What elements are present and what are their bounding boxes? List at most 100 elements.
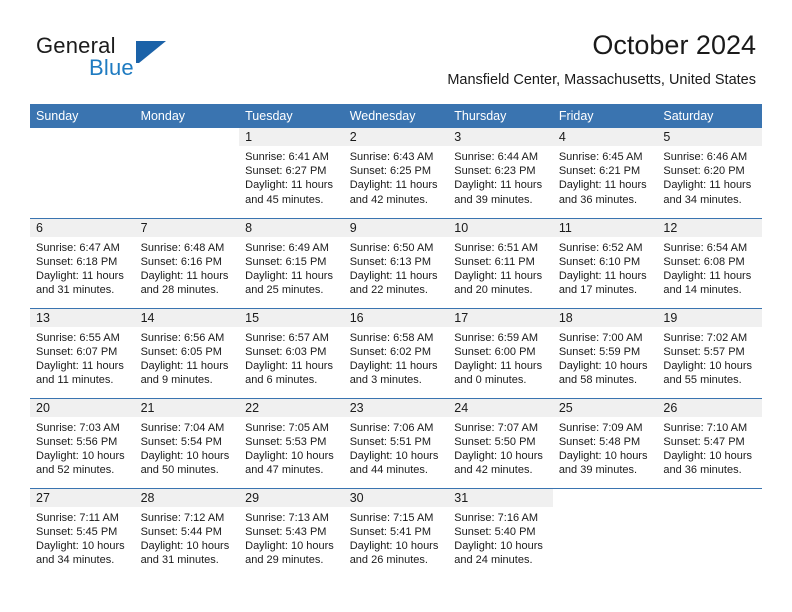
sunset-time: Sunset: 5:44 PM: [140, 525, 222, 538]
day-sun-info: Sunrise: 7:06 AM Sunset: 5:51 PM Daylight:…: [344, 417, 449, 478]
sunset-time: Sunset: 6:05 PM: [140, 345, 222, 358]
calendar-day-cell[interactable]: 15 Sunrise: 6:57 AM Sunset: 6:03 PM Dayligh…: [239, 307, 344, 398]
calendar-day-cell[interactable]: 14 Sunrise: 6:56 AM Sunset: 6:05 PM Dayligh…: [134, 307, 240, 398]
sunset-time: Sunset: 5:54 PM: [140, 435, 222, 448]
sunset-time: Sunset: 6:15 PM: [245, 255, 327, 268]
brand-name-blue: Blue: [89, 55, 134, 80]
calendar-day-cell[interactable]: 23 Sunrise: 7:06 AM Sunset: 5:51 PM Dayligh…: [343, 397, 449, 488]
blue-flag-logo-icon: [136, 41, 166, 63]
daylight-duration-line2: and 58 minutes.: [558, 374, 638, 387]
daylight-duration-line1: Daylight: 10 hours: [454, 539, 543, 552]
calendar-page: General Blue October 2024 Mansfield Cent…: [0, 0, 792, 612]
day-number: 8: [239, 218, 344, 237]
sunset-time: Sunset: 6:07 PM: [36, 345, 118, 358]
calendar-day-cell[interactable]: 7 Sunrise: 6:48 AM Sunset: 6:16 PM Daylight…: [134, 217, 240, 308]
sunrise-time: Sunrise: 6:56 AM: [140, 331, 225, 344]
day-number: 7: [134, 218, 240, 237]
day-sun-info: Sunrise: 6:58 AM Sunset: 6:02 PM Daylight:…: [344, 327, 449, 388]
daylight-duration-line1: Daylight: 10 hours: [663, 359, 753, 372]
flag-triangle-shape: [139, 41, 166, 63]
weekday-header-tuesday: Tuesday: [239, 104, 344, 128]
day-sun-info: Sunrise: 6:47 AM Sunset: 6:18 PM Daylight:…: [30, 237, 135, 298]
daylight-duration-line1: Daylight: 10 hours: [140, 449, 230, 462]
day-sun-info: Sunrise: 7:04 AM Sunset: 5:54 PM Daylight:…: [135, 417, 240, 478]
calendar-day-cell[interactable]: 26 Sunrise: 7:10 AM Sunset: 5:47 PM Dayligh…: [657, 397, 762, 488]
day-sun-info: Sunrise: 7:12 AM Sunset: 5:44 PM Daylight:…: [135, 507, 240, 568]
calendar-day-cell[interactable]: 3 Sunrise: 6:44 AM Sunset: 6:23 PM Daylight…: [448, 128, 553, 218]
daylight-duration-line2: and 31 minutes.: [140, 554, 219, 567]
calendar-week-row: 1 Sunrise: 6:41 AM Sunset: 6:27 PM Daylight…: [30, 128, 762, 218]
day-cell-inner: 23 Sunrise: 7:06 AM Sunset: 5:51 PM Dayligh…: [343, 398, 449, 487]
sunset-time: Sunset: 6:02 PM: [349, 345, 432, 358]
brand-logo[interactable]: General Blue: [36, 33, 276, 85]
sunset-time: Sunset: 5:41 PM: [349, 525, 432, 538]
calendar-day-cell[interactable]: 30 Sunrise: 7:15 AM Sunset: 5:41 PM Dayligh…: [343, 487, 449, 578]
daylight-duration-line1: Daylight: 10 hours: [558, 449, 648, 462]
calendar-day-cell[interactable]: 1 Sunrise: 6:41 AM Sunset: 6:27 PM Daylight…: [239, 128, 344, 218]
daylight-duration-line2: and 29 minutes.: [245, 554, 324, 567]
day-sun-info: Sunrise: 6:54 AM Sunset: 6:08 PM Daylight:…: [657, 237, 762, 298]
calendar-day-cell[interactable]: 8 Sunrise: 6:49 AM Sunset: 6:15 PM Daylight…: [239, 217, 344, 308]
calendar-day-cell[interactable]: 21 Sunrise: 7:04 AM Sunset: 5:54 PM Dayligh…: [134, 397, 240, 488]
day-cell-inner: 17 Sunrise: 6:59 AM Sunset: 6:00 PM Dayligh…: [448, 308, 553, 397]
sunrise-time: Sunrise: 7:02 AM: [663, 331, 748, 344]
daylight-duration-line1: Daylight: 11 hours: [454, 359, 543, 372]
daylight-duration-line2: and 28 minutes.: [140, 284, 219, 297]
day-cell-inner: 22 Sunrise: 7:05 AM Sunset: 5:53 PM Dayligh…: [239, 398, 344, 487]
daylight-duration-line2: and 20 minutes.: [454, 284, 533, 297]
daylight-duration-line1: Daylight: 10 hours: [349, 539, 439, 552]
calendar-day-cell[interactable]: 5 Sunrise: 6:46 AM Sunset: 6:20 PM Daylight…: [657, 128, 762, 218]
calendar-day-cell[interactable]: 19 Sunrise: 7:02 AM Sunset: 5:57 PM Dayligh…: [657, 307, 762, 398]
day-number: 21: [134, 398, 240, 417]
day-cell-inner: 10 Sunrise: 6:51 AM Sunset: 6:11 PM Dayligh…: [448, 218, 553, 307]
sunrise-time: Sunrise: 7:15 AM: [349, 511, 434, 524]
sunset-time: Sunset: 6:16 PM: [140, 255, 222, 268]
calendar-day-cell[interactable]: 18 Sunrise: 7:00 AM Sunset: 5:59 PM Dayligh…: [552, 307, 658, 398]
day-cell-inner: 5 Sunrise: 6:46 AM Sunset: 6:20 PM Daylight…: [657, 128, 762, 216]
calendar-day-cell[interactable]: 2 Sunrise: 6:43 AM Sunset: 6:25 PM Daylight…: [343, 128, 449, 218]
calendar-week-row: 27 Sunrise: 7:11 AM Sunset: 5:45 PM Dayligh…: [30, 487, 762, 578]
calendar-day-cell[interactable]: 11 Sunrise: 6:52 AM Sunset: 6:10 PM Dayligh…: [552, 217, 658, 308]
day-number: 12: [657, 218, 762, 237]
day-number: 16: [343, 308, 449, 327]
daylight-duration-line2: and 31 minutes.: [36, 284, 115, 297]
daylight-duration-line1: Daylight: 11 hours: [663, 269, 752, 282]
daylight-duration-line1: Daylight: 10 hours: [454, 449, 543, 462]
day-sun-info: Sunrise: 7:10 AM Sunset: 5:47 PM Daylight:…: [657, 417, 762, 478]
daylight-duration-line1: Daylight: 10 hours: [36, 539, 125, 552]
calendar-day-cell[interactable]: 29 Sunrise: 7:13 AM Sunset: 5:43 PM Dayligh…: [239, 487, 344, 578]
calendar-day-cell[interactable]: 16 Sunrise: 6:58 AM Sunset: 6:02 PM Dayligh…: [343, 307, 449, 398]
daylight-duration-line2: and 6 minutes.: [245, 374, 318, 387]
weekday-header-sunday: Sunday: [30, 104, 135, 128]
daylight-duration-line1: Daylight: 10 hours: [140, 539, 230, 552]
calendar-day-cell[interactable]: 10 Sunrise: 6:51 AM Sunset: 6:11 PM Dayligh…: [448, 217, 553, 308]
calendar-day-cell[interactable]: 24 Sunrise: 7:07 AM Sunset: 5:50 PM Dayligh…: [448, 397, 553, 488]
calendar-day-cell[interactable]: 31 Sunrise: 7:16 AM Sunset: 5:40 PM Dayligh…: [448, 487, 553, 578]
day-sun-info: Sunrise: 6:48 AM Sunset: 6:16 PM Daylight:…: [135, 237, 240, 298]
calendar-day-cell: [135, 128, 240, 218]
day-number: 10: [448, 218, 553, 237]
daylight-duration-line1: Daylight: 10 hours: [663, 449, 753, 462]
weekday-header-monday: Monday: [134, 104, 240, 128]
calendar-day-cell[interactable]: 12 Sunrise: 6:54 AM Sunset: 6:08 PM Dayligh…: [657, 217, 762, 308]
calendar-day-cell[interactable]: 13 Sunrise: 6:55 AM Sunset: 6:07 PM Dayligh…: [30, 307, 135, 398]
day-cell-inner: 14 Sunrise: 6:56 AM Sunset: 6:05 PM Dayligh…: [134, 308, 240, 397]
daylight-duration-line1: Daylight: 11 hours: [349, 269, 438, 282]
calendar-day-cell[interactable]: 4 Sunrise: 6:45 AM Sunset: 6:21 PM Daylight…: [552, 128, 658, 218]
day-number: 15: [239, 308, 344, 327]
calendar-day-cell[interactable]: 27 Sunrise: 7:11 AM Sunset: 5:45 PM Dayligh…: [30, 487, 135, 578]
title-block: October 2024 Mansfield Center, Massachus…: [447, 28, 756, 89]
calendar-day-cell[interactable]: 25 Sunrise: 7:09 AM Sunset: 5:48 PM Dayligh…: [552, 397, 658, 488]
day-number: 2: [343, 128, 449, 146]
sunrise-time: Sunrise: 7:03 AM: [36, 421, 120, 434]
calendar-day-cell[interactable]: 17 Sunrise: 6:59 AM Sunset: 6:00 PM Dayligh…: [448, 307, 553, 398]
day-sun-info: Sunrise: 6:56 AM Sunset: 6:05 PM Daylight:…: [135, 327, 240, 388]
day-cell-inner: [30, 128, 135, 216]
day-number: 24: [448, 398, 553, 417]
calendar-day-cell[interactable]: 22 Sunrise: 7:05 AM Sunset: 5:53 PM Dayligh…: [239, 397, 344, 488]
calendar-day-cell[interactable]: 9 Sunrise: 6:50 AM Sunset: 6:13 PM Daylight…: [343, 217, 449, 308]
day-sun-info: Sunrise: 7:02 AM Sunset: 5:57 PM Daylight:…: [657, 327, 762, 388]
calendar-day-cell[interactable]: 6 Sunrise: 6:47 AM Sunset: 6:18 PM Daylight…: [30, 217, 135, 308]
calendar-day-cell[interactable]: 28 Sunrise: 7:12 AM Sunset: 5:44 PM Dayligh…: [134, 487, 240, 578]
calendar-day-cell[interactable]: 20 Sunrise: 7:03 AM Sunset: 5:56 PM Dayligh…: [30, 397, 135, 488]
